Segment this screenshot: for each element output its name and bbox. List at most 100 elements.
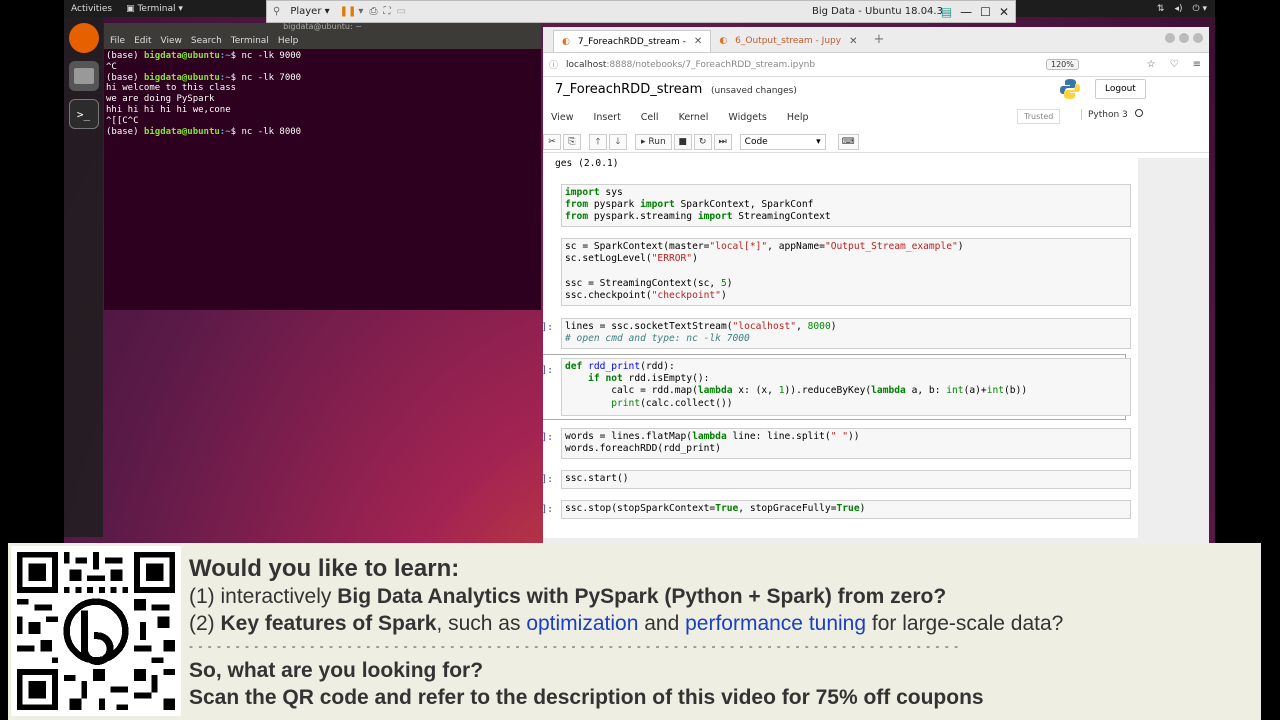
tab-label: 7_ForeachRDD_stream -: [577, 36, 686, 47]
notebook-title[interactable]: 7_ForeachRDD_stream: [555, 82, 702, 97]
cell-prompt: In [ ]:: [543, 432, 553, 443]
close-icon[interactable]: [1193, 33, 1203, 43]
close-icon[interactable]: ✕: [999, 5, 1009, 19]
tab-output-stream[interactable]: ◐ 6_Output_stream - Jupy ✕: [711, 30, 865, 52]
hamburger-menu-icon[interactable]: ≡: [1193, 59, 1201, 70]
terminal-icon[interactable]: >_: [68, 99, 99, 129]
code-cell-imports[interactable]: import sys from pyspark import SparkCont…: [543, 182, 1131, 230]
run-button[interactable]: ▸ Run: [635, 133, 672, 150]
menu-cell[interactable]: Cell: [641, 112, 659, 123]
move-down-icon[interactable]: 🡓: [609, 133, 627, 150]
menu-view[interactable]: View: [551, 112, 574, 123]
minimize-icon[interactable]: [1165, 33, 1175, 43]
activities-button[interactable]: Activities: [71, 4, 112, 14]
python-logo-icon: [1060, 79, 1080, 99]
promo-line-2-bold: Key features of Spark: [220, 612, 437, 635]
stop-icon[interactable]: ■: [673, 133, 692, 150]
code-cell-ssc-stop[interactable]: In [ ]: ssc.stop(stopSparkContext=True, …: [543, 498, 1131, 522]
promo-line-2-mid: , such as: [436, 612, 527, 635]
terminal-user: bigdata@ubuntu: [143, 126, 220, 137]
pause-icon[interactable]: ❚❚: [340, 6, 357, 17]
url-host: localhost: [566, 59, 607, 70]
bookmark-star-icon[interactable]: ☆: [1147, 59, 1156, 70]
promo-line-2-suffix: for large-scale data?: [866, 612, 1064, 635]
fullscreen-icon[interactable]: ⛶: [383, 6, 390, 17]
power-icon[interactable]: ⏻ ▾: [1193, 4, 1208, 14]
cell-prompt: In [ ]:: [543, 474, 553, 485]
jupyter-favicon: ◐: [562, 36, 570, 47]
trusted-badge[interactable]: Trusted: [1017, 109, 1061, 124]
tab-foreachrdd[interactable]: ◐ 7_ForeachRDD_stream - ✕: [553, 30, 712, 52]
new-tab-button[interactable]: +: [865, 32, 892, 52]
terminal-menu-terminal[interactable]: Terminal: [231, 36, 269, 46]
cell-prompt: In [ ]:: [543, 365, 553, 376]
code-editor[interactable]: def rdd_print(rdd): if not rdd.isEmpty()…: [561, 358, 1131, 416]
pocket-icon[interactable]: ♡: [1170, 59, 1179, 70]
zoom-level-badge[interactable]: 120%: [1046, 59, 1079, 70]
unity-icon[interactable]: ▭: [396, 6, 405, 17]
promo-line-1-bold: Big Data Analytics with PySpark (Python …: [337, 585, 947, 608]
terminal-output[interactable]: (base) bigdata@ubuntu:~$ nc -lk 9000 ^C (b…: [104, 49, 541, 139]
browser-window-controls: [1165, 33, 1203, 43]
code-editor[interactable]: ssc.stop(stopSparkContext=True, stopGrac…: [561, 500, 1131, 519]
promo-text: Would you like to learn: (1) interactive…: [189, 555, 1249, 711]
url-bar[interactable]: ⓘ localhost:8888/notebooks/7_ForeachRDD_…: [543, 53, 1209, 77]
code-editor[interactable]: lines = ssc.socketTextStream("localhost"…: [561, 318, 1131, 349]
code-editor[interactable]: words = lines.flatMap(lambda line: line.…: [561, 428, 1131, 459]
code-cell-ssc-start[interactable]: In [ ]: ssc.start(): [543, 468, 1131, 492]
paste-icon[interactable]: ⎘: [563, 133, 581, 150]
maximize-icon[interactable]: ☐: [980, 5, 991, 19]
site-info-icon[interactable]: ⓘ: [549, 58, 558, 71]
app-menu-label: Terminal: [137, 3, 176, 14]
restart-icon[interactable]: ↻: [693, 133, 712, 150]
system-tray[interactable]: ⇅ ◂) ⏻ ▾: [1157, 4, 1207, 14]
tab-close-icon[interactable]: ✕: [849, 36, 857, 47]
move-up-icon[interactable]: 🡑: [589, 133, 607, 150]
qr-code-icon: [11, 546, 181, 716]
menu-kernel[interactable]: Kernel: [679, 112, 709, 123]
network-icon[interactable]: ⇅: [1157, 4, 1165, 14]
restart-run-all-icon[interactable]: ⏭: [713, 133, 732, 150]
code-cell-spark-context[interactable]: sc = SparkContext(master="local[*]", app…: [543, 236, 1131, 308]
code-editor[interactable]: ssc.start(): [561, 470, 1131, 489]
promo-line-1: (1) interactively Big Data Analytics wit…: [189, 583, 1249, 610]
menu-widgets[interactable]: Widgets: [728, 112, 766, 123]
removable-devices-icon[interactable]: ⎙: [369, 6, 377, 17]
terminal-menu-edit[interactable]: Edit: [134, 36, 151, 46]
cell-type-select[interactable]: Code ▾: [739, 133, 826, 150]
minimize-icon[interactable]: —: [960, 5, 972, 19]
code-cell-socket-stream[interactable]: In [4]: lines = ssc.socketTextStream("lo…: [543, 316, 1131, 352]
jupyter-header: 7_ForeachRDD_stream (unsaved changes) Lo…: [543, 77, 1209, 103]
files-icon[interactable]: [68, 61, 99, 91]
pin-icon[interactable]: ⚲: [273, 6, 280, 17]
kernel-status-icon: [1134, 109, 1143, 117]
promo-banner: Would you like to learn: (1) interactive…: [8, 543, 1261, 720]
cut-icon[interactable]: ✂: [543, 133, 561, 150]
terminal-menu-help[interactable]: Help: [278, 36, 299, 46]
code-editor[interactable]: sc = SparkContext(master="local[*]", app…: [561, 238, 1131, 306]
code-cell-rdd-print-selected[interactable]: In [ ]: def rdd_print(rdd): if not rdd.i…: [543, 354, 1131, 420]
volume-icon[interactable]: ◂): [1174, 4, 1182, 14]
terminal-menu-search[interactable]: Search: [191, 36, 222, 46]
terminal-window[interactable]: bigdata@ubuntu: ~ File Edit View Search …: [104, 22, 541, 310]
url-path: :8888/notebooks/7_ForeachRDD_stream.ipyn…: [606, 59, 816, 70]
firefox-icon[interactable]: [68, 23, 99, 53]
code-editor[interactable]: import sys from pyspark import SparkCont…: [561, 184, 1131, 227]
vmware-tools-icon[interactable]: ▤: [941, 5, 952, 19]
terminal-line: hi welcome to this class: [106, 83, 237, 94]
menu-help[interactable]: Help: [787, 112, 809, 123]
terminal-line: (base) bigdata@ubuntu:~$ nc -lk 7000: [106, 73, 539, 84]
menu-insert[interactable]: Insert: [594, 112, 621, 123]
logout-button[interactable]: Logout: [1095, 79, 1146, 99]
keyboard-icon[interactable]: ⌨: [837, 133, 859, 150]
pause-dropdown-icon[interactable]: ▾: [358, 6, 363, 17]
tab-close-icon[interactable]: ✕: [694, 36, 702, 47]
player-menu[interactable]: Player ▾: [290, 6, 329, 17]
code-cell-words-flatmap[interactable]: In [ ]: words = lines.flatMap(lambda lin…: [543, 426, 1131, 462]
chevron-down-icon: ▾: [816, 136, 821, 147]
maximize-icon[interactable]: [1179, 33, 1189, 43]
app-menu-terminal[interactable]: ▣ Terminal ▾: [126, 4, 183, 14]
notebook-scroll-area[interactable]: ges (2.0.1) import sys from pyspark impo…: [543, 158, 1209, 545]
terminal-menu-file[interactable]: File: [110, 36, 125, 46]
terminal-menu-view[interactable]: View: [161, 36, 182, 46]
